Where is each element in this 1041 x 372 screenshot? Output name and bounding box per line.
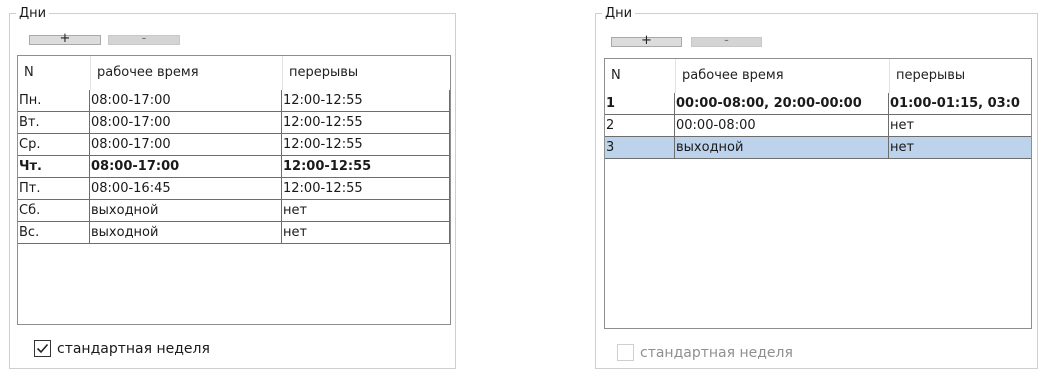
row-breaks-cell: 12:00-12:55 bbox=[282, 156, 450, 178]
column-header-breaks[interactable]: перерывы bbox=[282, 56, 450, 90]
remove-day-button[interactable]: - bbox=[108, 32, 180, 45]
row-work-time-cell: 08:00-17:00 bbox=[90, 134, 282, 156]
standard-week-label: стандартная неделя bbox=[640, 345, 793, 361]
table-row[interactable]: Чт. 08:00-17:00 12:00-12:55 bbox=[18, 156, 450, 178]
standard-week-checkbox-row[interactable]: стандартная неделя bbox=[617, 343, 837, 363]
table-row[interactable]: Ср. 08:00-17:00 12:00-12:55 bbox=[18, 134, 450, 156]
table-header: N рабочее время перерывы bbox=[605, 59, 1031, 93]
days-table[interactable]: N рабочее время перерывы 1 00:00-08:00, 2… bbox=[604, 58, 1032, 329]
row-n-cell: Сб. bbox=[18, 200, 90, 222]
table-row[interactable]: Сб. выходной нет bbox=[18, 200, 450, 222]
row-n-cell: Пн. bbox=[18, 90, 90, 112]
group-title: Дни bbox=[16, 6, 50, 21]
row-n-cell: Вс. bbox=[18, 222, 90, 244]
row-n-cell: 3 bbox=[605, 137, 675, 159]
row-n-cell: 1 bbox=[605, 93, 675, 115]
column-header-n[interactable]: N bbox=[18, 56, 90, 90]
table-row[interactable]: 1 00:00-08:00, 20:00-00:00 01:00-01:15, 03… bbox=[605, 93, 1031, 115]
row-work-time-cell: 08:00-17:00 bbox=[90, 156, 282, 178]
row-breaks-cell: нет bbox=[889, 137, 1031, 159]
row-n-cell: 2 bbox=[605, 115, 675, 137]
checkmark-icon bbox=[36, 343, 49, 354]
row-breaks-cell: 12:00-12:55 bbox=[282, 134, 450, 156]
row-breaks-cell: нет bbox=[889, 115, 1031, 137]
table-header: N рабочее время перерывы bbox=[18, 56, 450, 90]
row-n-cell: Пт. bbox=[18, 178, 90, 200]
row-breaks-cell: 12:00-12:55 bbox=[282, 112, 450, 134]
standard-week-checkbox-row[interactable]: стандартная неделя bbox=[34, 339, 254, 359]
row-breaks-cell: 12:00-12:55 bbox=[282, 178, 450, 200]
days-group-left: Дни + - N рабочее время перерывы Пн. 08:0… bbox=[9, 6, 456, 369]
days-table[interactable]: N рабочее время перерывы Пн. 08:00-17:00 1… bbox=[17, 55, 451, 325]
row-work-time-cell: выходной bbox=[675, 137, 889, 159]
standard-week-checkbox[interactable] bbox=[617, 344, 634, 361]
row-breaks-cell: 01:00-01:15, 03:0 bbox=[889, 93, 1031, 115]
row-n-cell: Вт. bbox=[18, 112, 90, 134]
table-row[interactable]: Вс. выходной нет bbox=[18, 222, 450, 244]
table-row[interactable]: Пт. 08:00-16:45 12:00-12:55 bbox=[18, 178, 450, 200]
table-row[interactable]: 3 выходной нет bbox=[605, 137, 1031, 159]
row-work-time-cell: 08:00-16:45 bbox=[90, 178, 282, 200]
row-n-cell: Чт. bbox=[18, 156, 90, 178]
column-header-work-time[interactable]: рабочее время bbox=[90, 56, 282, 90]
remove-day-button[interactable]: - bbox=[691, 34, 762, 47]
add-day-button[interactable]: + bbox=[611, 34, 682, 47]
table-row[interactable]: 2 00:00-08:00 нет bbox=[605, 115, 1031, 137]
column-header-work-time[interactable]: рабочее время bbox=[675, 59, 889, 93]
standard-week-checkbox[interactable] bbox=[34, 340, 51, 357]
column-header-breaks[interactable]: перерывы bbox=[889, 59, 1031, 93]
row-work-time-cell: 00:00-08:00, 20:00-00:00 bbox=[675, 93, 889, 115]
row-breaks-cell: нет bbox=[282, 222, 450, 244]
add-day-button[interactable]: + bbox=[29, 32, 101, 45]
row-work-time-cell: выходной bbox=[90, 200, 282, 222]
row-n-cell: Ср. bbox=[18, 134, 90, 156]
standard-week-label: стандартная неделя bbox=[57, 341, 210, 357]
row-work-time-cell: 08:00-17:00 bbox=[90, 90, 282, 112]
column-header-n[interactable]: N bbox=[605, 59, 675, 93]
row-breaks-cell: 12:00-12:55 bbox=[282, 90, 450, 112]
row-work-time-cell: 00:00-08:00 bbox=[675, 115, 889, 137]
table-row[interactable]: Вт. 08:00-17:00 12:00-12:55 bbox=[18, 112, 450, 134]
days-group-right: Дни + - N рабочее время перерывы 1 00:00-… bbox=[595, 6, 1038, 369]
group-title: Дни bbox=[602, 6, 636, 21]
table-row[interactable]: Пн. 08:00-17:00 12:00-12:55 bbox=[18, 90, 450, 112]
row-work-time-cell: выходной bbox=[90, 222, 282, 244]
row-work-time-cell: 08:00-17:00 bbox=[90, 112, 282, 134]
row-breaks-cell: нет bbox=[282, 200, 450, 222]
